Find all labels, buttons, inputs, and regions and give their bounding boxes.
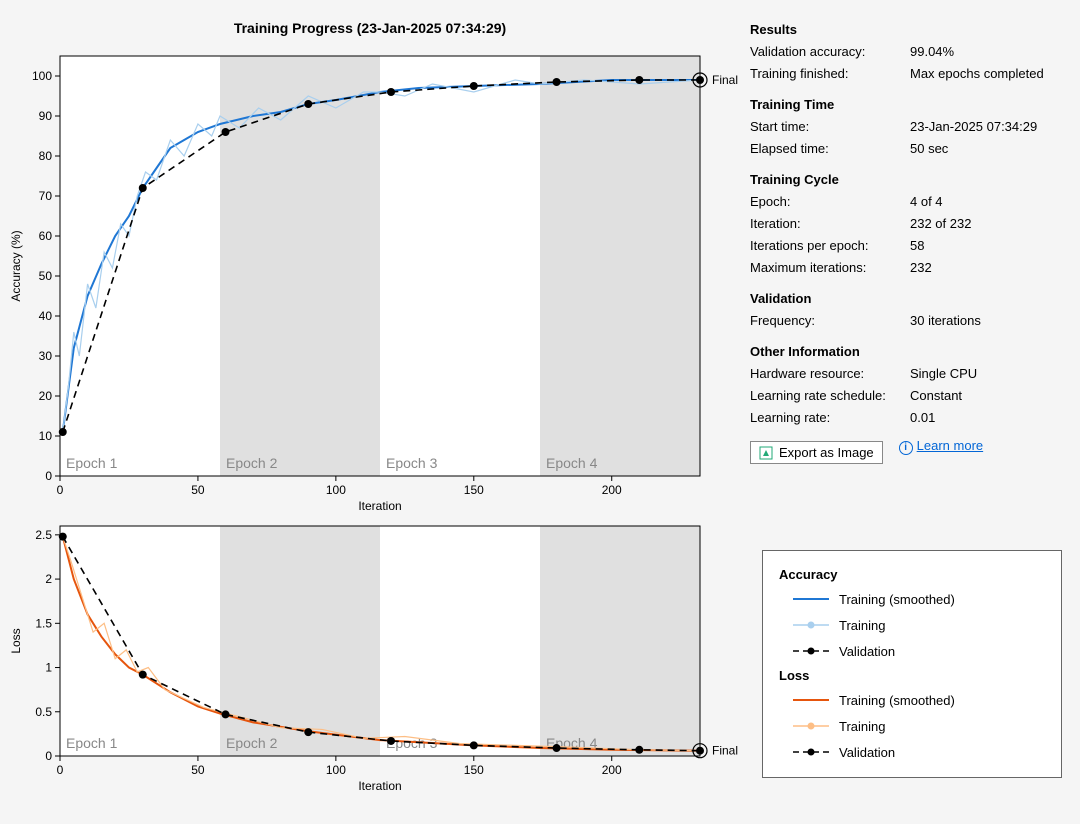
svg-text:Loss: Loss [9,628,23,653]
lrs-label: Learning rate schedule: [750,385,910,407]
time-heading: Training Time [750,97,1070,112]
hw-label: Hardware resource: [750,363,910,385]
export-button[interactable]: Export as Image [750,441,883,464]
svg-text:70: 70 [39,189,53,203]
svg-text:2: 2 [45,572,52,586]
val-acc-label: Validation accuracy: [750,41,910,63]
svg-text:0: 0 [45,469,52,483]
svg-text:100: 100 [326,763,346,777]
results-heading: Results [750,22,1070,37]
svg-text:Final: Final [712,73,738,87]
lr-label: Learning rate: [750,407,910,429]
svg-text:Epoch 2: Epoch 2 [226,455,278,471]
export-icon [759,446,773,460]
lrs-value: Constant [910,385,1070,407]
svg-text:Epoch 3: Epoch 3 [386,455,438,471]
export-label: Export as Image [779,445,874,460]
svg-text:Iteration: Iteration [358,779,401,793]
svg-text:0: 0 [57,763,64,777]
chart-title: Training Progress (23-Jan-2025 07:34:29) [0,0,740,36]
accuracy-chart: 0 10 20 30 40 50 60 70 80 90 100 0 50 100 150 200 Epoch … [0,36,740,516]
freq-label: Frequency: [750,310,910,332]
svg-text:100: 100 [32,69,52,83]
elapsed-value: 50 sec [910,138,1070,160]
legend-acc-title: Accuracy [779,567,1045,582]
maxiter-value: 232 [910,257,1070,279]
svg-text:200: 200 [602,483,622,497]
svg-text:40: 40 [39,309,53,323]
svg-text:Epoch 1: Epoch 1 [66,455,118,471]
freq-value: 30 iterations [910,310,1070,332]
svg-text:1.5: 1.5 [35,616,52,630]
epoch-label: Epoch: [750,191,910,213]
ipe-label: Iterations per epoch: [750,235,910,257]
train-finished-label: Training finished: [750,63,910,85]
svg-text:Final: Final [712,744,738,758]
svg-text:50: 50 [191,483,205,497]
legend-loss-smoothed: Training (smoothed) [839,693,955,708]
loss-chart: 00.511.522.5050100150200Epoch 1Epoch 2Ep… [0,516,740,796]
svg-text:0.5: 0.5 [35,705,52,719]
ipe-value: 58 [910,235,1070,257]
svg-text:100: 100 [326,483,346,497]
legend-acc-val: Validation [839,644,895,659]
svg-text:Epoch 2: Epoch 2 [226,735,278,751]
epoch-value: 4 of 4 [910,191,1070,213]
svg-text:1: 1 [45,661,52,675]
start-time-label: Start time: [750,116,910,138]
svg-text:Iteration: Iteration [358,499,401,513]
legend-loss-title: Loss [779,668,1045,683]
info-icon: i [899,441,913,455]
validation-heading: Validation [750,291,1070,306]
svg-text:10: 10 [39,429,53,443]
svg-text:Accuracy (%): Accuracy (%) [9,230,23,301]
iteration-label: Iteration: [750,213,910,235]
other-heading: Other Information [750,344,1070,359]
cycle-heading: Training Cycle [750,172,1070,187]
legend-loss-val: Validation [839,745,895,760]
legend-loss-train: Training [839,719,885,734]
legend-acc-train: Training [839,618,885,633]
legend-acc-smoothed: Training (smoothed) [839,592,955,607]
svg-text:80: 80 [39,149,53,163]
svg-text:60: 60 [39,229,53,243]
svg-text:20: 20 [39,389,53,403]
legend: Accuracy Training (smoothed) Training Va… [762,550,1062,778]
iteration-value: 232 of 232 [910,213,1070,235]
learn-more-link[interactable]: iLearn more [899,438,983,455]
svg-text:Epoch 4: Epoch 4 [546,455,598,471]
maxiter-label: Maximum iterations: [750,257,910,279]
info-panel: Results Validation accuracy:99.04% Train… [750,10,1080,464]
train-finished-value: Max epochs completed [910,63,1070,85]
svg-text:50: 50 [39,269,53,283]
val-acc-value: 99.04% [910,41,1070,63]
svg-text:90: 90 [39,109,53,123]
svg-text:Epoch 1: Epoch 1 [66,735,118,751]
lr-value: 0.01 [910,407,1070,429]
start-time-value: 23-Jan-2025 07:34:29 [910,116,1070,138]
svg-text:150: 150 [464,483,484,497]
svg-text:50: 50 [191,763,205,777]
svg-text:30: 30 [39,349,53,363]
hw-value: Single CPU [910,363,1070,385]
elapsed-label: Elapsed time: [750,138,910,160]
svg-text:150: 150 [464,763,484,777]
svg-text:0: 0 [57,483,64,497]
svg-text:200: 200 [602,763,622,777]
svg-text:0: 0 [45,749,52,763]
svg-text:2.5: 2.5 [35,528,52,542]
